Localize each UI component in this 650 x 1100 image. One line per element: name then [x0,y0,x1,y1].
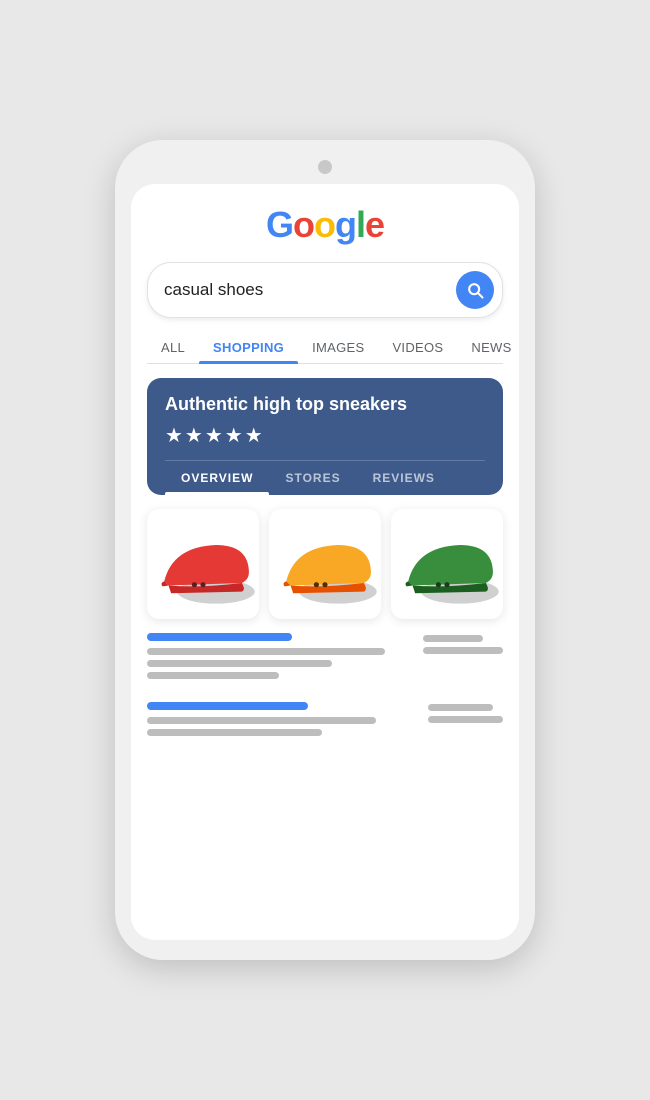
tab-videos[interactable]: VIDEOS [378,332,457,363]
result-item [147,633,503,684]
shoe-illustration-yellow [269,509,381,619]
product-card: Authentic high top sneakers ★★★★★ OVERVI… [147,378,503,495]
search-input[interactable] [164,280,456,300]
logo-letter-o1: o [293,204,314,245]
logo-letter-e: e [365,204,384,245]
search-bar[interactable] [147,262,503,318]
result-text [147,702,416,741]
thumb-line [423,635,483,642]
result-title-bar [147,633,292,641]
product-title: Authentic high top sneakers [165,394,485,415]
thumb-line [423,647,503,654]
tab-shopping[interactable]: SHOPPING [199,332,298,363]
result-title-bar [147,702,308,710]
result-line [147,717,376,724]
logo-letter-o2: o [314,204,335,245]
camera-dot [318,160,332,174]
result-line [147,672,279,679]
shoe-illustration-red [147,509,259,619]
thumb-line [428,704,493,711]
product-tab-overview[interactable]: OVERVIEW [165,461,269,495]
search-button[interactable] [456,271,494,309]
shoe-card-green[interactable] [391,509,503,619]
thumb-line [428,716,503,723]
result-thumb [428,702,503,741]
phone-frame: Google ALL SHOPPING IMAGES VIDEOS NEWS [115,140,535,960]
search-icon [465,280,485,300]
shoe-cards-row [147,509,503,619]
product-tab-reviews[interactable]: REVIEWS [357,461,451,495]
result-line [147,648,385,655]
result-thumb [423,633,503,684]
tab-images[interactable]: IMAGES [298,332,378,363]
shoe-illustration-green [391,509,503,619]
result-text [147,633,411,684]
phone-screen: Google ALL SHOPPING IMAGES VIDEOS NEWS [131,184,519,940]
search-tabs: ALL SHOPPING IMAGES VIDEOS NEWS [147,332,503,364]
google-logo: Google [147,204,503,246]
shoe-card-red[interactable] [147,509,259,619]
logo-letter-g2: g [335,204,356,245]
product-tab-stores[interactable]: STORES [269,461,356,495]
result-item [147,702,503,741]
logo-letter-l: l [356,204,365,245]
product-stars: ★★★★★ [165,423,485,448]
result-line [147,660,332,667]
product-tabs: OVERVIEW STORES REVIEWS [165,460,485,495]
tab-all[interactable]: ALL [147,332,199,363]
tab-news[interactable]: NEWS [457,332,519,363]
result-line [147,729,322,736]
results-section [147,633,503,940]
shoe-card-yellow[interactable] [269,509,381,619]
logo-letter-g: G [266,204,293,245]
screen-content: Google ALL SHOPPING IMAGES VIDEOS NEWS [131,184,519,940]
